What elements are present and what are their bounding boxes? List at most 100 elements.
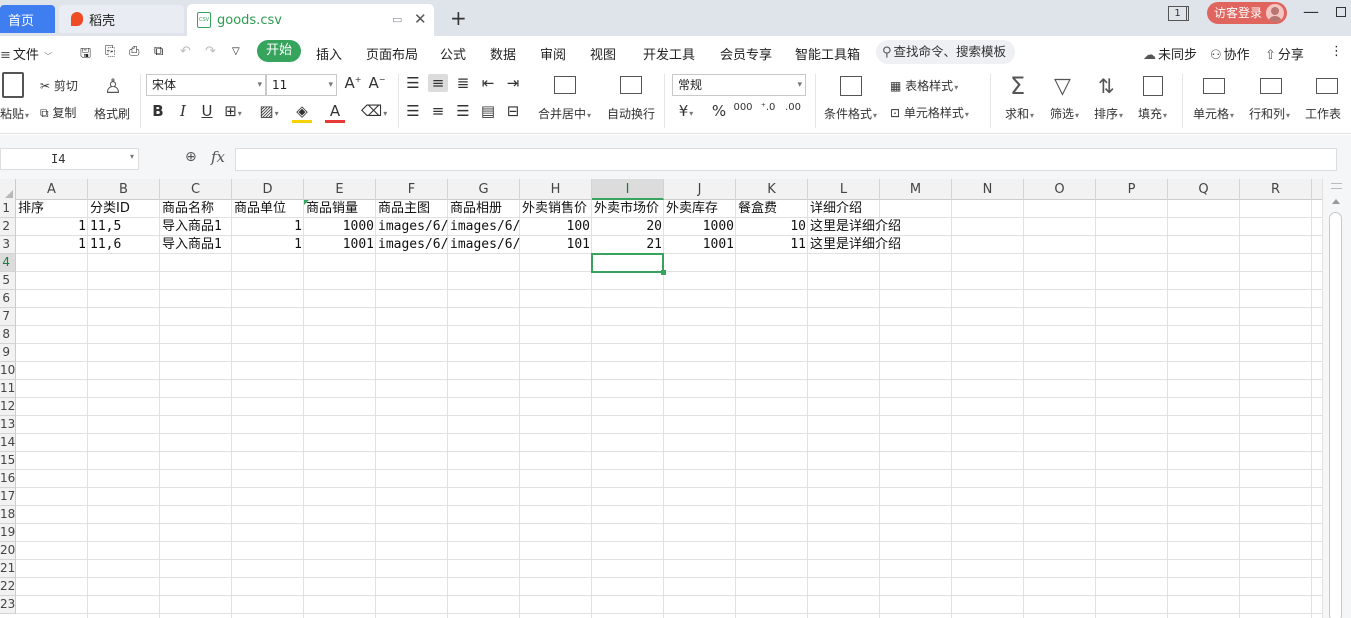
row-header[interactable]: 11 xyxy=(0,380,16,398)
data-cell[interactable]: 1000 xyxy=(304,218,376,236)
thousands-separator-icon[interactable]: 000 xyxy=(733,102,753,113)
cell-style-button[interactable]: ⊡ 单元格样式▾ xyxy=(890,104,969,121)
row-header[interactable]: 19 xyxy=(0,524,16,542)
worksheet-icon[interactable] xyxy=(1316,78,1338,94)
menu-view[interactable]: 视图 xyxy=(590,44,616,63)
visitor-login-button[interactable]: 访客登录 xyxy=(1207,2,1287,24)
cells-button[interactable]: 单元格▾ xyxy=(1193,105,1234,122)
header-cell[interactable]: 外卖市场价 xyxy=(592,200,664,218)
tab-home[interactable]: 首页 xyxy=(0,5,55,33)
menu-member[interactable]: 会员专享 xyxy=(720,44,772,63)
window-count-badge[interactable]: 1 xyxy=(1168,6,1187,21)
data-cell[interactable]: 1000 xyxy=(664,218,736,236)
column-header[interactable]: O xyxy=(1024,179,1096,200)
row-header[interactable]: 10 xyxy=(0,362,16,380)
row-header[interactable]: 5 xyxy=(0,272,16,290)
data-cell[interactable]: 101 xyxy=(520,236,592,254)
column-header[interactable]: L xyxy=(808,179,880,200)
increase-decimal-icon[interactable]: ⁺.0 xyxy=(758,102,778,113)
column-header[interactable]: B xyxy=(88,179,160,200)
row-header[interactable]: 4 xyxy=(0,254,16,272)
row-header[interactable]: 20 xyxy=(0,542,16,560)
data-cell[interactable]: 1001 xyxy=(304,236,376,254)
row-header[interactable]: 22 xyxy=(0,578,16,596)
currency-icon[interactable]: ¥▾ xyxy=(676,102,696,120)
row-header[interactable]: 17 xyxy=(0,488,16,506)
increase-font-icon[interactable]: A+ xyxy=(343,74,363,92)
paste-button[interactable]: 粘贴▾ xyxy=(0,105,29,122)
column-header[interactable]: I xyxy=(592,179,664,200)
fill-button[interactable]: 填充▾ xyxy=(1138,105,1167,122)
data-cell[interactable]: 1 xyxy=(16,218,88,236)
menu-developer[interactable]: 开发工具 xyxy=(643,44,695,63)
export-pdf-icon[interactable]: ⎘ xyxy=(105,44,115,59)
header-cell[interactable]: 分类ID xyxy=(88,200,160,218)
clear-format-icon[interactable]: ⌫▾ xyxy=(361,102,387,120)
format-painter-button[interactable]: 格式刷 xyxy=(94,105,130,122)
command-search-input[interactable]: ⚲ 查找命令、搜索模板 xyxy=(876,40,1015,64)
table-style-button[interactable]: ▦ 表格样式▾ xyxy=(890,77,958,94)
redo-icon[interactable]: ↷ xyxy=(205,44,216,59)
format-painter-icon[interactable]: ♙ xyxy=(104,74,122,98)
data-cell[interactable]: 这里是详细介绍 xyxy=(808,218,952,236)
cut-button[interactable]: ✂ 剪切 xyxy=(40,77,78,94)
wrap-text-button[interactable]: 自动换行 xyxy=(607,105,655,122)
data-cell[interactable]: 21 xyxy=(592,236,664,254)
font-color-icon[interactable]: A xyxy=(325,102,345,123)
fill-color-icon[interactable]: ◈ xyxy=(292,102,312,123)
column-header[interactable]: D xyxy=(232,179,304,200)
filter-button[interactable]: 筛选▾ xyxy=(1050,105,1079,122)
row-header[interactable]: 14 xyxy=(0,434,16,452)
justify-icon[interactable]: ▤ xyxy=(478,102,498,120)
header-cell[interactable]: 商品主图 xyxy=(376,200,448,218)
header-cell[interactable]: 排序 xyxy=(16,200,88,218)
data-cell[interactable]: 20 xyxy=(592,218,664,236)
row-col-button[interactable]: 行和列▾ xyxy=(1249,105,1290,122)
decrease-font-icon[interactable]: A− xyxy=(367,74,387,92)
scroll-grip-icon[interactable] xyxy=(1331,183,1342,189)
share-button[interactable]: ⇧ 分享 xyxy=(1265,44,1304,63)
column-header[interactable]: F xyxy=(376,179,448,200)
name-box[interactable]: I4 xyxy=(0,148,139,170)
conditional-format-button[interactable]: 条件格式▾ xyxy=(824,105,877,122)
quick-access-more-icon[interactable]: ▽ xyxy=(232,46,240,57)
fill-handle[interactable] xyxy=(661,270,666,275)
row-header[interactable]: 6 xyxy=(0,290,16,308)
data-cell[interactable]: 导入商品1 xyxy=(160,236,232,254)
tab-daoke[interactable]: 稻壳 xyxy=(59,5,184,33)
row-header[interactable]: 15 xyxy=(0,452,16,470)
fx-icon[interactable]: fx xyxy=(211,148,225,166)
row-col-icon[interactable] xyxy=(1260,78,1282,94)
column-header[interactable]: Q xyxy=(1168,179,1240,200)
align-left-icon[interactable]: ☰ xyxy=(403,102,423,120)
menu-insert[interactable]: 插入 xyxy=(316,44,342,63)
decrease-indent-icon[interactable]: ⇤ xyxy=(478,74,498,92)
italic-icon[interactable]: I xyxy=(173,102,193,120)
align-bottom-icon[interactable]: ≣ xyxy=(453,74,473,92)
header-cell[interactable]: 商品单位 xyxy=(232,200,304,218)
header-cell[interactable]: 餐盒费 xyxy=(736,200,808,218)
column-header[interactable]: J xyxy=(664,179,736,200)
underline-icon[interactable]: U xyxy=(197,102,217,120)
spreadsheet-grid[interactable]: ABCDEFGHIJKLMNOPQR 1 2 3 4 5 6 7 8 9 10 11 12 13 14 15… xyxy=(0,179,1322,618)
data-cell[interactable]: 100 xyxy=(520,218,592,236)
cells-icon[interactable] xyxy=(1203,78,1225,94)
pin-window-icon[interactable]: ▭ xyxy=(392,13,402,26)
menu-start[interactable]: 开始 xyxy=(257,40,301,62)
column-header[interactable]: N xyxy=(952,179,1024,200)
menu-file[interactable]: ≡ 文件 ﹀ xyxy=(0,44,52,63)
align-middle-icon[interactable]: ≡ xyxy=(428,74,448,92)
row-header[interactable]: 12 xyxy=(0,398,16,416)
row-header[interactable]: 8 xyxy=(0,326,16,344)
row-header[interactable]: 16 xyxy=(0,470,16,488)
menu-page-layout[interactable]: 页面布局 xyxy=(366,44,418,63)
column-header[interactable]: H xyxy=(520,179,592,200)
formula-input[interactable] xyxy=(235,148,1337,171)
fill-effect-icon[interactable]: ▨▾ xyxy=(259,102,279,120)
header-cell[interactable]: 外卖销售价 xyxy=(520,200,592,218)
header-cell[interactable]: 商品相册 xyxy=(448,200,520,218)
sum-button[interactable]: 求和▾ xyxy=(1005,105,1034,122)
filter-icon[interactable]: ▽ xyxy=(1054,74,1071,99)
data-cell[interactable]: images/6/ xyxy=(448,236,520,254)
column-header[interactable]: M xyxy=(880,179,952,200)
